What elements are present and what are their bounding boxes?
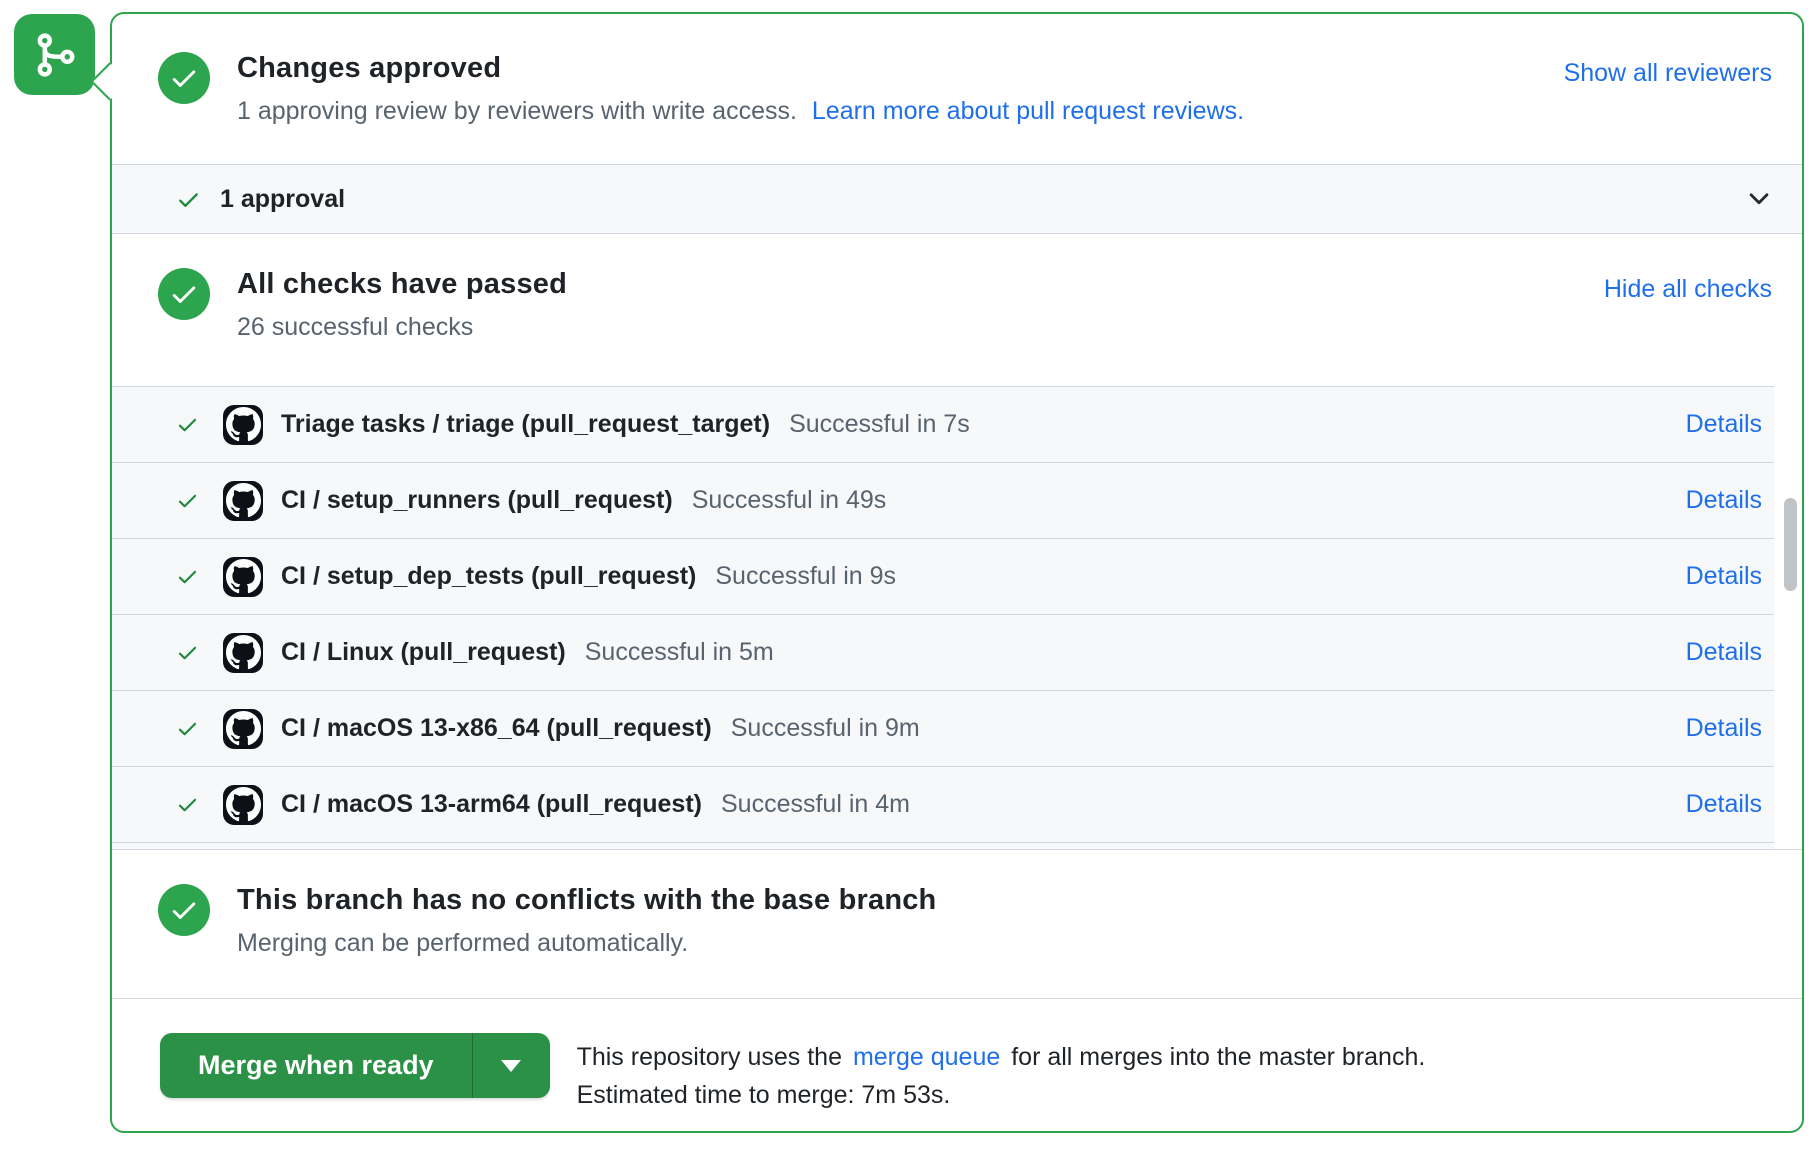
checks-list: Triage tasks / triage (pull_request_targ… [112, 386, 1802, 849]
checks-status-text: All checks have passed 26 successful che… [237, 266, 567, 343]
info-suffix: for all merges into the master branch. [1011, 1043, 1425, 1071]
scrollbar-thumb[interactable] [1784, 498, 1797, 591]
check-success-icon [176, 565, 199, 588]
conflict-status-title: This branch has no conflicts with the ba… [237, 882, 936, 919]
check-status: Successful in 5m [585, 638, 774, 667]
check-status: Successful in 9m [731, 714, 920, 743]
github-actions-icon [223, 481, 263, 521]
review-status-text: Changes approved 1 approving review by r… [237, 50, 1244, 127]
approval-check-icon [176, 187, 201, 212]
review-status-title: Changes approved [237, 50, 1244, 87]
check-row: Triage tasks / triage (pull_request_targ… [112, 386, 1774, 462]
conflict-status-text: This branch has no conflicts with the ba… [237, 882, 936, 959]
chevron-down-icon[interactable] [1744, 184, 1774, 214]
dropdown-caret-icon [501, 1060, 521, 1072]
github-actions-icon [223, 557, 263, 597]
merge-footer: Merge when ready This repository uses th… [112, 998, 1802, 1114]
check-status: Successful in 49s [692, 486, 887, 515]
check-row-partial [112, 842, 1774, 849]
check-row: CI / Linux (pull_request) Successful in … [112, 614, 1774, 690]
github-actions-icon [223, 405, 263, 445]
check-name: Triage tasks / triage (pull_request_targ… [281, 410, 770, 439]
review-status-description: 1 approving review by reviewers with wri… [237, 95, 1244, 127]
check-row: CI / setup_runners (pull_request) Succes… [112, 462, 1774, 538]
check-row: CI / macOS 13-x86_64 (pull_request) Succ… [112, 690, 1774, 766]
check-details-link[interactable]: Details [1686, 486, 1762, 515]
checks-rows: Triage tasks / triage (pull_request_targ… [112, 386, 1802, 842]
check-details-link[interactable]: Details [1686, 562, 1762, 591]
check-name: CI / setup_dep_tests (pull_request) [281, 562, 696, 591]
check-details-link[interactable]: Details [1686, 638, 1762, 667]
check-details-link[interactable]: Details [1686, 714, 1762, 743]
check-name: CI / macOS 13-x86_64 (pull_request) [281, 714, 712, 743]
merge-queue-link[interactable]: merge queue [853, 1043, 1000, 1071]
merge-box: Changes approved 1 approving review by r… [110, 12, 1804, 1133]
approved-check-icon [158, 52, 210, 104]
check-success-icon [176, 641, 199, 664]
check-success-icon [176, 489, 199, 512]
show-all-reviewers-link[interactable]: Show all reviewers [1564, 56, 1772, 90]
merge-queue-line: This repository uses the merge queue for… [577, 1038, 1426, 1076]
check-name: CI / Linux (pull_request) [281, 638, 566, 667]
hide-all-checks-link[interactable]: Hide all checks [1604, 272, 1772, 306]
approval-summary-row[interactable]: 1 approval [112, 164, 1802, 234]
github-actions-icon [223, 785, 263, 825]
conflict-status-subtitle: Merging can be performed automatically. [237, 927, 936, 959]
merge-button-label[interactable]: Merge when ready [160, 1033, 473, 1098]
check-row: CI / setup_dep_tests (pull_request) Succ… [112, 538, 1774, 614]
merge-estimate: Estimated time to merge: 7m 53s. [577, 1076, 1426, 1114]
info-prefix: This repository uses the [577, 1043, 842, 1071]
github-actions-icon [223, 709, 263, 749]
review-description-text: 1 approving review by reviewers with wri… [237, 97, 797, 125]
check-success-icon [176, 413, 199, 436]
learn-more-link[interactable]: Learn more about pull request reviews. [812, 97, 1244, 125]
git-merge-queue-glyph [31, 31, 79, 79]
review-status-section: Changes approved 1 approving review by r… [112, 14, 1802, 164]
merge-queue-icon [14, 14, 95, 95]
github-actions-icon [223, 633, 263, 673]
approval-count-label: 1 approval [220, 185, 345, 214]
checks-status-section: All checks have passed 26 successful che… [112, 234, 1802, 386]
check-details-link[interactable]: Details [1686, 410, 1762, 439]
check-name: CI / macOS 13-arm64 (pull_request) [281, 790, 702, 819]
check-row: CI / macOS 13-arm64 (pull_request) Succe… [112, 766, 1774, 842]
merge-queue-info: This repository uses the merge queue for… [577, 1038, 1426, 1114]
conflict-status-section: This branch has no conflicts with the ba… [112, 849, 1802, 998]
check-success-icon [176, 793, 199, 816]
check-status: Successful in 4m [721, 790, 910, 819]
merge-when-ready-button[interactable]: Merge when ready [160, 1033, 550, 1098]
no-conflicts-icon [158, 884, 210, 936]
check-details-link[interactable]: Details [1686, 790, 1762, 819]
check-success-icon [176, 717, 199, 740]
merge-options-dropdown[interactable] [473, 1033, 550, 1098]
check-status: Successful in 9s [715, 562, 896, 591]
check-name: CI / setup_runners (pull_request) [281, 486, 673, 515]
checks-status-subtitle: 26 successful checks [237, 311, 567, 343]
checks-passed-icon [158, 268, 210, 320]
checks-status-title: All checks have passed [237, 266, 567, 303]
check-status: Successful in 7s [789, 410, 970, 439]
